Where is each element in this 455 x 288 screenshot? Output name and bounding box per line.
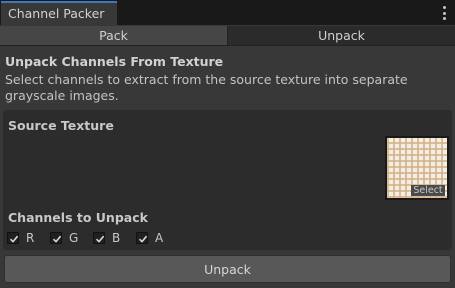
channel-label-r: R bbox=[26, 231, 35, 245]
checkbox-r[interactable] bbox=[7, 232, 19, 244]
checkbox-a[interactable] bbox=[136, 232, 148, 244]
tab-unpack[interactable]: Unpack bbox=[228, 26, 455, 45]
channel-toggle-a[interactable]: A bbox=[136, 231, 163, 245]
tab-pack-label: Pack bbox=[99, 28, 128, 43]
channel-label-a: A bbox=[155, 231, 164, 245]
check-icon bbox=[138, 235, 148, 243]
unpack-button-label: Unpack bbox=[204, 261, 251, 277]
channel-toggle-b[interactable]: B bbox=[93, 231, 120, 245]
tab-unpack-label: Unpack bbox=[318, 28, 365, 43]
channel-toggles: R G B A bbox=[7, 231, 207, 247]
channel-toggle-r[interactable]: R bbox=[7, 231, 34, 245]
more-vertical-icon[interactable] bbox=[439, 6, 449, 20]
window-title-bar: Channel Packer bbox=[0, 0, 455, 25]
section-description: Select channels to extract from the sour… bbox=[5, 72, 408, 103]
check-icon bbox=[95, 235, 105, 243]
channel-toggle-g[interactable]: G bbox=[50, 231, 78, 245]
window-tab[interactable]: Channel Packer bbox=[1, 1, 117, 25]
check-icon bbox=[9, 235, 19, 243]
tab-pack[interactable]: Pack bbox=[0, 26, 228, 45]
check-icon bbox=[52, 235, 62, 243]
channel-label-b: B bbox=[112, 231, 121, 245]
channel-label-g: G bbox=[69, 231, 79, 245]
section-heading: Unpack Channels From Texture bbox=[5, 54, 224, 69]
window-tab-label: Channel Packer bbox=[8, 6, 105, 21]
channels-label: Channels to Unpack bbox=[8, 210, 148, 225]
checkbox-g[interactable] bbox=[50, 232, 62, 244]
texture-object-field[interactable]: Select bbox=[385, 136, 449, 200]
texture-select-button[interactable]: Select bbox=[411, 185, 445, 196]
source-texture-label: Source Texture bbox=[8, 118, 114, 133]
unpack-button[interactable]: Unpack bbox=[4, 255, 451, 283]
mode-tabs: Pack Unpack bbox=[0, 26, 455, 46]
checkbox-b[interactable] bbox=[93, 232, 105, 244]
